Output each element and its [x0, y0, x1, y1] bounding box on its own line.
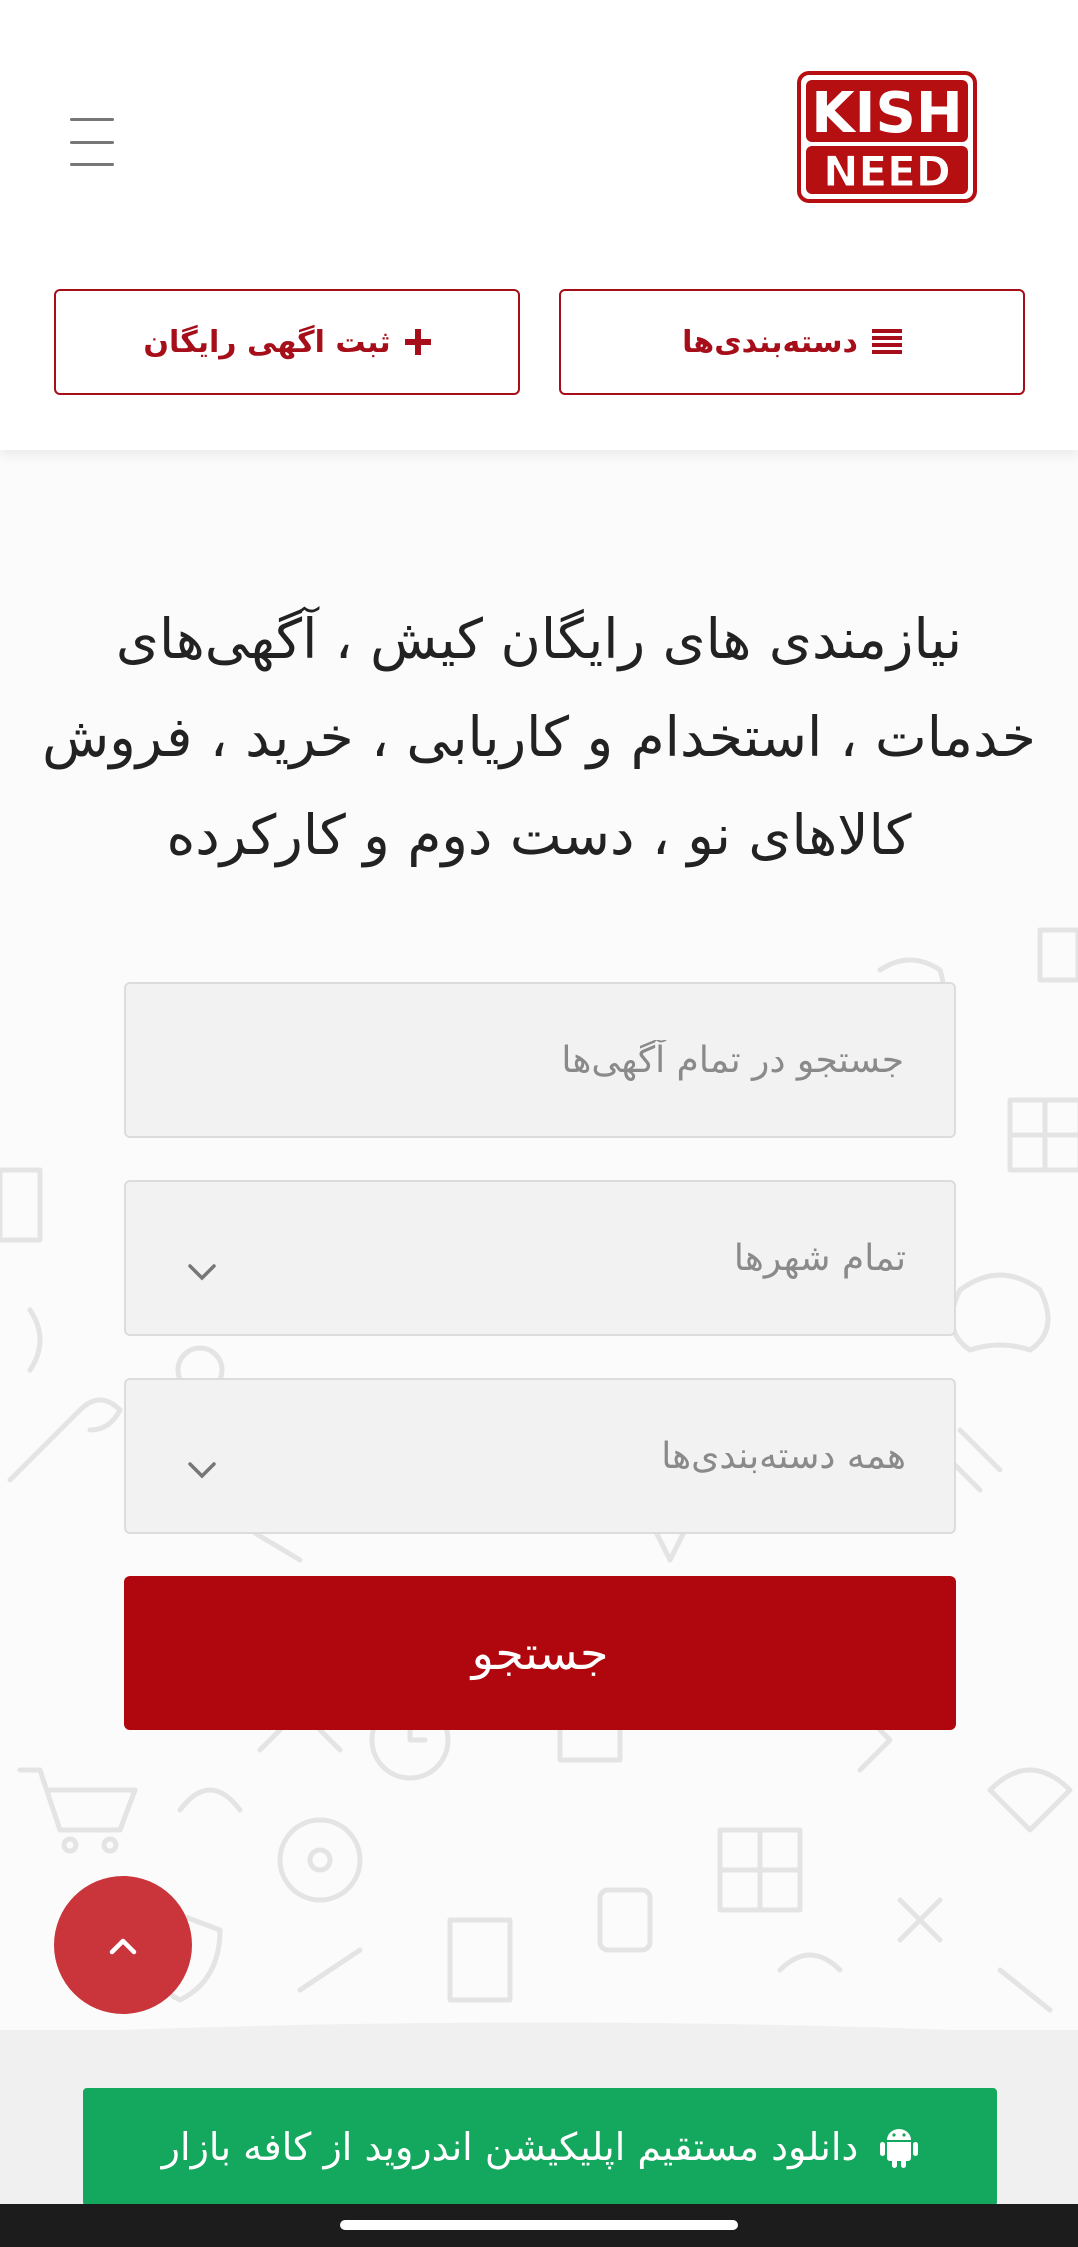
categories-button-label: دسته‌بندی‌ها [682, 324, 858, 360]
post-free-ad-button[interactable]: ثبت اگهی رایگان [54, 289, 520, 395]
svg-text:KISH: KISH [811, 81, 962, 146]
categories-button[interactable]: دسته‌بندی‌ها [559, 289, 1025, 395]
category-select-value: همه دسته‌بندی‌ها [661, 1435, 906, 1477]
app-banner-label: دانلود مستقیم اپلیکیشن اندروید از کافه ب… [161, 2125, 859, 2169]
search-submit-button[interactable]: جستجو [124, 1576, 956, 1730]
hamburger-icon [70, 118, 114, 121]
category-select[interactable]: همه دسته‌بندی‌ها [124, 1378, 956, 1534]
city-select[interactable]: تمام شهرها [124, 1180, 956, 1336]
site-header: KISH NEED دسته‌بندی‌ها ثبت اگهی رایگان [0, 0, 1078, 450]
android-app-download-banner[interactable]: دانلود مستقیم اپلیکیشن اندروید از کافه ب… [83, 2088, 997, 2206]
search-input[interactable] [126, 984, 906, 1136]
kishneed-logo[interactable]: KISH NEED [796, 70, 978, 204]
chevron-down-icon [188, 1264, 216, 1281]
hamburger-menu-button[interactable] [70, 118, 132, 166]
home-indicator[interactable] [340, 2220, 738, 2230]
scroll-to-top-button[interactable] [54, 1876, 192, 2014]
plus-icon [404, 329, 431, 355]
city-select-value: تمام شهرها [733, 1237, 906, 1279]
list-icon [871, 329, 902, 354]
post-free-ad-label: ثبت اگهی رایگان [143, 324, 391, 360]
search-query-field[interactable] [124, 982, 956, 1138]
search-submit-label: جستجو [471, 1626, 609, 1680]
chevron-up-icon [109, 1938, 137, 1955]
android-icon [880, 2129, 919, 2168]
svg-text:NEED: NEED [823, 147, 950, 196]
hero-search-section: نیازمندی های رایگان کیش ، آگهی‌های خدمات… [0, 450, 1078, 2050]
page-headline: نیازمندی های رایگان کیش ، آگهی‌های خدمات… [42, 607, 1036, 867]
chevron-down-icon [188, 1462, 216, 1479]
